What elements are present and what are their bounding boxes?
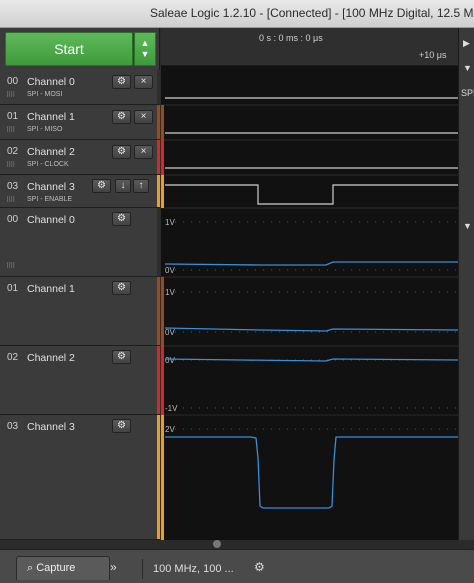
channel-name[interactable]: Channel 0 [27, 214, 75, 226]
title-bar: Saleae Logic 1.2.10 - [Connected] - [100… [0, 0, 474, 28]
channel-color-bar [157, 105, 160, 139]
axis-label: 1V [165, 218, 175, 227]
channel-subtitle: SPI - CLOCK [27, 161, 69, 168]
horizontal-scrollbar[interactable] [161, 540, 458, 548]
axis-label: 0V [165, 356, 175, 365]
axis-label: 0V [165, 328, 175, 337]
channel-name[interactable]: Channel 2 [27, 352, 75, 364]
drag-handle-icon[interactable]: ⠿⠿ [6, 196, 15, 204]
channel-row-2-analog[interactable]: 02 Channel 2 ⚙ [0, 346, 160, 415]
drag-handle-icon[interactable]: ⠿⠿ [6, 161, 15, 169]
channel-row-1-digital[interactable]: 01 Channel 1 SPI - MISO ⠿⠿ ⚙ × [0, 105, 160, 140]
channel-color-bar [157, 175, 160, 207]
close-icon[interactable]: × [134, 110, 153, 124]
channel-color-bar [157, 140, 160, 174]
timeline-ruler[interactable]: 0 s : 0 ms : 0 μs +10 μs [161, 28, 458, 66]
expand-arrow-icon[interactable]: ▶ [463, 38, 470, 49]
drag-handle-icon[interactable]: ⠿⠿ [6, 91, 15, 99]
trace-enable [165, 184, 458, 205]
channel-number: 03 [7, 421, 19, 432]
analog-trace-ch3 [165, 436, 458, 509]
channel-name[interactable]: Channel 3 [27, 421, 75, 433]
analyzer-side-panel [458, 28, 474, 540]
gear-icon[interactable]: ⚙ [112, 145, 131, 159]
channel-name[interactable]: Channel 2 [27, 146, 75, 158]
channel-subtitle: SPI - MISO [27, 126, 63, 133]
channel-color-bar [157, 415, 160, 539]
channel-subtitle: SPI - ENABLE [27, 196, 73, 203]
axis-label: 0V [165, 266, 175, 275]
channel-color-bar [157, 277, 160, 345]
channel-row-2-digital[interactable]: 02 Channel 2 SPI - CLOCK ⠿⠿ ⚙ × [0, 140, 160, 175]
start-button[interactable]: Start [5, 32, 133, 66]
analog-trace-ch1 [164, 327, 459, 332]
drag-handle-icon[interactable]: ⠿⠿ [6, 126, 15, 134]
axis-label: 1V [165, 288, 175, 297]
timeline-center-label: 0 s : 0 ms : 0 μs [259, 33, 323, 43]
trigger-rising-icon[interactable]: ↑ [133, 179, 149, 193]
gear-icon[interactable]: ⚙ [112, 75, 131, 89]
gear-icon[interactable]: ⚙ [112, 212, 131, 226]
channel-number: 03 [7, 181, 19, 192]
channel-number: 02 [7, 352, 19, 363]
analyzer-label: SPI [461, 88, 474, 98]
start-options-button[interactable]: ▲ ▼ [134, 32, 156, 66]
channel-number: 02 [7, 146, 19, 157]
waveform-area[interactable]: 1V 0V 1V 0V 0V -1V 2V [161, 28, 459, 540]
trigger-falling-icon[interactable]: ↓ [115, 179, 131, 193]
channel-row-0-analog[interactable]: 00 Channel 0 ⠿⠿ ⚙ [0, 208, 160, 277]
channel-number: 01 [7, 283, 19, 294]
gear-icon[interactable]: ⚙ [254, 560, 265, 574]
bottom-bar: ⌕ Capture » 100 MHz, 100 ... ⚙ [0, 549, 474, 583]
collapse-arrow-icon[interactable]: ▼ [463, 221, 472, 231]
channel-color-bar [157, 208, 160, 276]
close-icon[interactable]: × [134, 145, 153, 159]
timeline-tick-label: +10 μs [419, 50, 447, 60]
gear-icon[interactable]: ⚙ [112, 350, 131, 364]
channel-number: 01 [7, 111, 19, 122]
chevron-icon[interactable]: » [110, 560, 117, 574]
axis-label: 2V [165, 425, 175, 434]
status-tab[interactable]: 100 MHz, 100 ... [142, 559, 270, 579]
collapse-arrow-icon[interactable]: ▼ [463, 63, 472, 73]
waveform-canvas: 1V 0V 1V 0V 0V -1V 2V [161, 97, 459, 540]
down-arrow-icon: ▼ [140, 49, 150, 59]
gear-icon[interactable]: ⚙ [112, 110, 131, 124]
channel-color-bar [157, 346, 160, 414]
channel-name[interactable]: Channel 1 [27, 283, 75, 295]
channel-number: 00 [7, 214, 19, 225]
capture-tab[interactable]: ⌕ Capture [16, 556, 110, 580]
channel-row-0-digital[interactable]: 00 Channel 0 SPI - MOSI ⠿⠿ ⚙ × [0, 70, 160, 105]
channel-name[interactable]: Channel 3 [27, 181, 75, 193]
up-arrow-icon: ▲ [140, 38, 150, 48]
gear-icon[interactable]: ⚙ [92, 179, 111, 193]
channel-name[interactable]: Channel 1 [27, 111, 75, 123]
channel-row-3-analog[interactable]: 03 Channel 3 ⚙ [0, 415, 160, 540]
gear-icon[interactable]: ⚙ [112, 419, 131, 433]
gear-icon[interactable]: ⚙ [112, 281, 131, 295]
scrollbar-thumb[interactable] [213, 540, 221, 548]
channel-row-3-digital[interactable]: 03 Channel 3 SPI - ENABLE ⠿⠿ ⚙ ↓ ↑ [0, 175, 160, 208]
channel-number: 00 [7, 76, 19, 87]
channel-subtitle: SPI - MOSI [27, 91, 63, 98]
close-icon[interactable]: × [134, 75, 153, 89]
channel-row-1-analog[interactable]: 01 Channel 1 ⚙ [0, 277, 160, 346]
drag-handle-icon[interactable]: ⠿⠿ [6, 262, 15, 270]
magnifier-icon: ⌕ [27, 562, 34, 574]
window-title: Saleae Logic 1.2.10 - [Connected] - [100… [150, 6, 474, 20]
channel-name[interactable]: Channel 0 [27, 76, 75, 88]
capture-tab-label: Capture [36, 562, 76, 574]
analog-trace-ch0 [164, 261, 458, 266]
axis-label: -1V [165, 404, 178, 413]
channel-color-bar [157, 70, 160, 104]
